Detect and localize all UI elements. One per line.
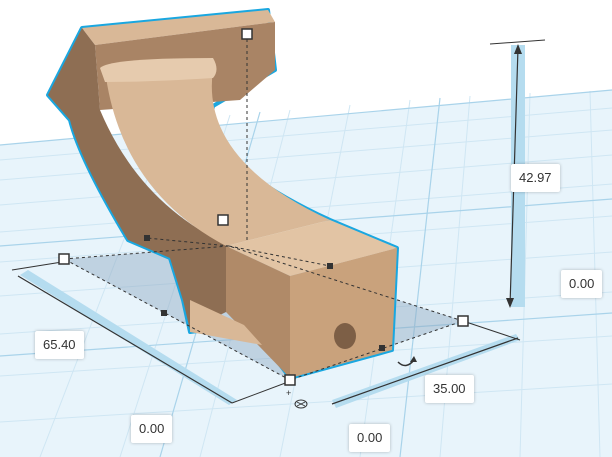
handle-mid-right xyxy=(327,263,333,269)
handle-mid-left xyxy=(161,310,167,316)
length-value[interactable]: 65.40 xyxy=(35,331,84,359)
handle-center xyxy=(217,214,229,226)
width-value[interactable]: 35.00 xyxy=(425,375,474,403)
handle-right xyxy=(457,315,469,327)
workplane-viewport[interactable]: + 42.97 0.00 65.40 35.00 0.00 0.00 xyxy=(0,0,612,457)
elevation-value[interactable]: 0.00 xyxy=(561,270,603,298)
handle-mid-front xyxy=(379,345,385,351)
origin-x-value[interactable]: 0.00 xyxy=(131,415,173,443)
workplane-svg[interactable]: + xyxy=(0,0,612,457)
height-value[interactable]: 42.97 xyxy=(511,164,560,192)
origin-y-value[interactable]: 0.00 xyxy=(349,424,391,452)
hole xyxy=(334,323,356,349)
handle-top xyxy=(241,28,253,40)
svg-text:+: + xyxy=(286,388,291,398)
handle-left xyxy=(58,253,70,265)
handle-front xyxy=(284,374,296,386)
handle-mid-back xyxy=(144,235,150,241)
